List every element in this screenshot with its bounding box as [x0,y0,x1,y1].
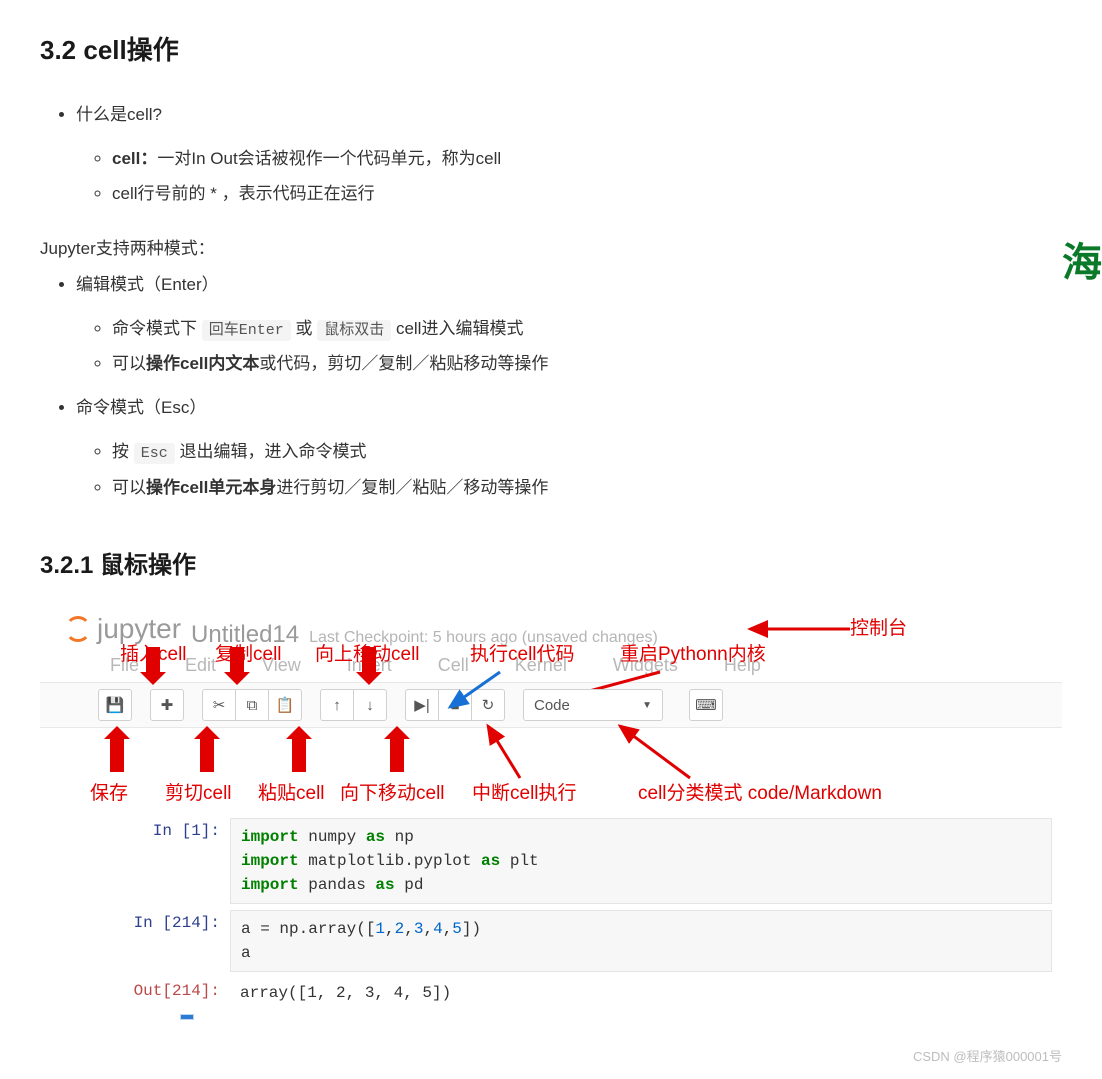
copy-button[interactable]: ⧉ [235,689,269,721]
move-up-button[interactable]: ↑ [320,689,354,721]
intro-list: 什么是cell? cell：一对In Out会话被视作一个代码单元，称为cell… [40,97,1062,212]
paste-button[interactable]: 📋 [268,689,302,721]
in-prompt: In [214]: [110,910,220,932]
text-fragment: cell进入编辑模式 [391,319,523,338]
text-fragment: 退出编辑，进入命令模式 [175,442,367,461]
list-item: 按 Esc 退出编辑，进入命令模式 [112,434,1062,470]
save-button[interactable]: 💾 [98,689,132,721]
arrow-icon [110,736,124,772]
anno-celltype: cell分类模式 code/Markdown [638,778,882,805]
text-fragment: 按 [112,442,134,461]
running-indicator [180,1014,194,1020]
arrow-icon [292,736,306,772]
list-item: 可以操作cell内文本或代码，剪切／复制／粘贴移动等操作 [112,346,1062,382]
arrow-icon [362,647,376,675]
restart-button[interactable]: ↻ [471,689,505,721]
text-fragment: 命令模式下 [112,319,202,338]
anno-move-down: 向下移动cell [340,778,445,805]
bold-fragment: 操作cell单元本身 [146,478,276,497]
cell-term: cell： [112,149,157,168]
list-item: 命令模式下 回车Enter 或 鼠标双击 cell进入编辑模式 [112,311,1062,347]
out-prompt: Out[214]: [110,978,220,1000]
arrow-icon [146,647,160,675]
code-cell[interactable]: In [1]: import numpy as np import matplo… [110,818,1052,904]
text-fragment: 或 [291,319,317,338]
anno-console: 控制台 [850,613,907,640]
cell-output: array([1, 2, 3, 4, 5]) [230,978,1052,1008]
modes-intro: Jupyter支持两种模式： [40,234,1062,259]
code-cell[interactable]: In [214]: a = np.array([1,2,3,4,5]) a [110,910,1052,972]
modes-list: 编辑模式（Enter） 命令模式下 回车Enter 或 鼠标双击 cell进入编… [40,267,1062,505]
menu-cell[interactable]: Cell [438,655,469,676]
section-heading: 3.2 cell操作 [40,30,1062,67]
list-item: 编辑模式（Enter） [76,267,1062,303]
insert-cell-button[interactable]: ✚ [150,689,184,721]
bold-fragment: 操作cell内文本 [146,354,259,373]
anno-cut: 剪切cell [165,778,232,805]
list-item: cell行号前的 * ，表示代码正在运行 [112,176,1062,212]
command-palette-button[interactable]: ⌨ [689,689,723,721]
anno-restart-kernel: 重启Pythonn内核 [620,639,766,666]
list-item: 什么是cell? [76,97,1062,133]
list-item: 命令模式（Esc） [76,390,1062,426]
kbd-dblclick: 鼠标双击 [317,320,391,341]
arrow-icon [230,647,244,675]
anno-save: 保存 [90,778,128,805]
code-editor[interactable]: import numpy as np import matplotlib.pyp… [230,818,1052,904]
anno-run-cell: 执行cell代码 [470,639,575,666]
jupyter-screenshot: 插入cell 复制cell 向上移动cell 执行cell代码 重启Python… [40,610,1062,1030]
code-editor[interactable]: a = np.array([1,2,3,4,5]) a [230,910,1052,972]
kbd-enter: 回车Enter [202,320,291,341]
jupyter-logo-icon [65,616,91,642]
anno-copy-cell: 复制cell [215,639,282,666]
subsection-heading: 3.2.1 鼠标操作 [40,545,1062,580]
interrupt-button[interactable]: ■ [438,689,472,721]
cell-def: 一对In Out会话被视作一个代码单元，称为cell [157,149,501,168]
watermark-footer: CSDN @程序猿000001号 [0,1040,1102,1079]
run-button[interactable]: ▶| [405,689,439,721]
text-fragment: 可以 [112,478,146,497]
in-prompt: In [1]: [110,818,220,840]
output-cell: Out[214]: array([1, 2, 3, 4, 5]) [110,978,1052,1008]
text-fragment: 进行剪切／复制／粘贴／移动等操作 [276,478,548,497]
arrow-icon [200,736,214,772]
notebook-cells: In [1]: import numpy as np import matplo… [40,798,1062,1030]
anno-paste: 粘贴cell [258,778,325,805]
cut-button[interactable]: ✂ [202,689,236,721]
arrow-icon [390,736,404,772]
jupyter-toolbar: 💾 ✚ ✂ ⧉ 📋 ↑ ↓ ▶| ■ ↻ Code ⌨ [40,682,1062,728]
list-item: 可以操作cell单元本身进行剪切／复制／粘贴／移动等操作 [112,470,1062,506]
anno-interrupt: 中断cell执行 [472,778,577,805]
kbd-esc: Esc [134,443,175,464]
cell-type-select[interactable]: Code [523,689,663,721]
watermark-side: 海 [1062,230,1102,288]
menu-edit[interactable]: Edit [185,655,216,676]
move-down-button[interactable]: ↓ [353,689,387,721]
list-item: cell：一对In Out会话被视作一个代码单元，称为cell [112,141,1062,177]
